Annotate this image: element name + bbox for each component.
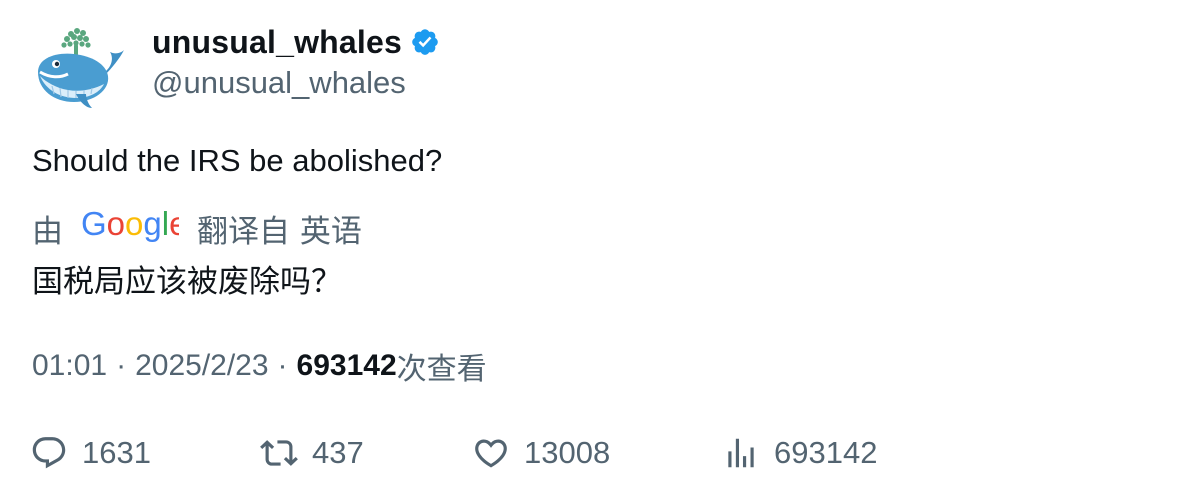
- retweet-count: 437: [312, 435, 364, 470]
- google-logo: Google: [63, 205, 197, 250]
- google-logo-text: Google: [81, 206, 179, 242]
- author-handle[interactable]: @unusual_whales: [152, 65, 440, 101]
- analytics-icon: [728, 438, 754, 468]
- author-display-name[interactable]: unusual_whales: [152, 24, 402, 61]
- tweet-author: unusual_whales @unusual_whales: [152, 22, 440, 101]
- views-label: 次查看: [396, 352, 487, 387]
- retweet-button[interactable]: 437: [260, 428, 364, 478]
- meta-separator: ·: [116, 349, 127, 382]
- like-button[interactable]: 13008: [472, 428, 610, 478]
- tweet-text: Should the IRS be abolished?: [32, 143, 443, 178]
- translation-prefix: 由: [32, 213, 63, 250]
- reply-count: 1631: [82, 435, 151, 470]
- action-bar: 1631 437 13008 693142: [0, 428, 1196, 478]
- views-action-count: 693142: [774, 435, 878, 470]
- like-count: 13008: [524, 435, 611, 470]
- reply-icon: [32, 437, 66, 469]
- author-name-row: unusual_whales: [152, 22, 440, 62]
- views-count: 693142: [296, 349, 397, 382]
- reply-button[interactable]: 1631: [30, 428, 151, 478]
- retweet-icon: [260, 440, 298, 466]
- verified-badge-icon[interactable]: [410, 27, 440, 57]
- views-button[interactable]: 693142: [722, 428, 877, 478]
- translated-text: 国税局应该被废除吗？: [32, 264, 342, 300]
- translation-attribution: 由 Google 翻译自 英语: [32, 205, 362, 251]
- whale-avatar[interactable]: [30, 24, 130, 112]
- heart-icon: [475, 439, 507, 468]
- tweet-time[interactable]: 01:01: [32, 349, 107, 383]
- tweet-date[interactable]: 2025/2/23: [135, 349, 268, 383]
- tweet-meta: 01:01 · 2025/2/23 · 693142 次查看: [32, 344, 487, 388]
- meta-separator: ·: [277, 349, 288, 382]
- translation-suffix[interactable]: 翻译自 英语: [197, 206, 362, 251]
